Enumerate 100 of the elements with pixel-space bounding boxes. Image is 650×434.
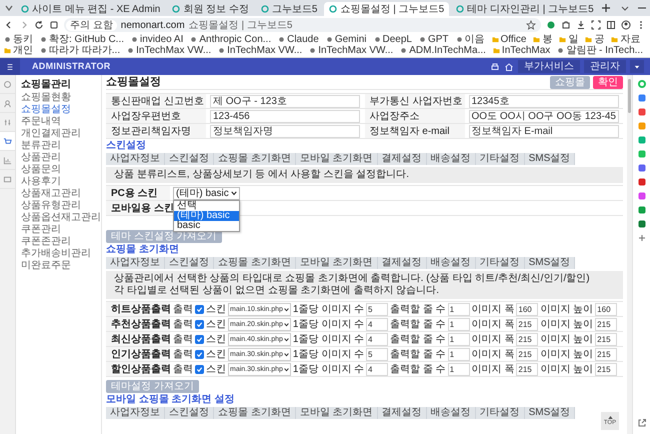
home-icon[interactable] <box>504 62 514 72</box>
number-field[interactable]: 215 <box>595 348 618 360</box>
header-button[interactable]: 관리자 <box>584 60 626 73</box>
dropdown-button[interactable] <box>630 60 644 73</box>
sidebar-item[interactable]: 주문내역 <box>21 116 61 128</box>
sidebar-item[interactable]: 쿠폰관리 <box>21 224 61 236</box>
browser-tab[interactable]: 사이트 메뉴 편집 - XE Admin <box>16 2 166 16</box>
header-button[interactable]: 부가서비스 <box>518 60 580 73</box>
bookmark[interactable]: 이음 <box>456 34 485 45</box>
sidebar-item[interactable]: 상품유형관리 <box>21 200 81 212</box>
section-tab[interactable]: 스킨설정 <box>165 257 214 269</box>
sidebar-item[interactable]: 쇼핑몰현황 <box>21 92 71 104</box>
number-field[interactable]: 215 <box>516 348 538 360</box>
number-field[interactable]: 4 <box>366 362 388 376</box>
bookmark[interactable]: 봉 <box>533 34 552 45</box>
number-field[interactable]: 215 <box>595 332 618 346</box>
number-field[interactable]: 4 <box>366 332 388 346</box>
section-tab[interactable]: SMS설정 <box>524 407 576 419</box>
bookmark[interactable]: 동키 <box>4 34 33 45</box>
bookmark[interactable]: 알림판 - InTech... <box>557 45 643 56</box>
sidebar-item[interactable]: 개인결제관리 <box>21 128 81 140</box>
section-tab[interactable]: 결제설정 <box>378 153 427 165</box>
address-field[interactable]: 주의 요함 nemonart.com 쇼핑몰설정 | 그누보드5 <box>64 18 541 32</box>
checkbox[interactable] <box>195 364 204 374</box>
sidebar-item[interactable]: 상품관리 <box>21 152 61 164</box>
dropdown-option[interactable]: basic <box>174 220 239 230</box>
number-field[interactable]: 1 <box>448 318 470 330</box>
bookmark[interactable]: 자료 <box>611 34 640 45</box>
bookmark[interactable]: InTechMax VW... <box>127 45 212 56</box>
section-tab[interactable]: 기타설정 <box>476 153 525 165</box>
bookmark[interactable]: InTechMax <box>492 45 550 56</box>
new-tab-icon[interactable] <box>600 3 611 13</box>
section-tab[interactable]: 기타설정 <box>476 407 525 419</box>
external-link-icon[interactable] <box>636 418 646 428</box>
star-icon[interactable] <box>526 20 536 30</box>
section-tab[interactable]: 결제설정 <box>378 257 427 269</box>
browser-tab[interactable]: 테마 디자인관리 | 그누보드5 <box>451 2 599 16</box>
browser-tab[interactable]: 그누보드5 <box>256 2 322 16</box>
section-tab[interactable]: 배송설정 <box>426 153 476 165</box>
bookmark[interactable]: InTechMax VW... <box>309 45 394 56</box>
number-field[interactable]: 5 <box>366 348 388 360</box>
number-field[interactable]: 215 <box>516 318 538 330</box>
sidebar-item[interactable]: 상품문의 <box>21 164 61 176</box>
download-icon[interactable] <box>576 20 586 30</box>
menu-button[interactable] <box>0 58 20 75</box>
print-icon[interactable] <box>490 62 500 72</box>
bookmark[interactable]: Office <box>492 34 526 45</box>
text-field[interactable]: 정보책임자명 <box>210 124 360 138</box>
sidebar-item[interactable]: 쇼핑몰설정 <box>21 104 71 116</box>
section-tab[interactable]: 배송설정 <box>426 257 476 269</box>
section-tab[interactable]: SMS설정 <box>524 257 576 269</box>
number-field[interactable]: 4 <box>366 318 388 330</box>
reload-icon[interactable] <box>34 20 44 30</box>
sidebar-item[interactable]: 사용후기 <box>21 176 61 188</box>
section-tab[interactable]: 쇼핑몰 초기화면 <box>214 257 296 269</box>
tab-search-icon[interactable] <box>4 3 14 13</box>
section-tab[interactable]: 스킨설정 <box>165 153 214 165</box>
text-field[interactable]: 제 OO구 - 123호 <box>210 94 360 108</box>
section-tab[interactable]: 모바일 초기화면 <box>296 153 378 165</box>
number-field[interactable]: 1 <box>448 302 470 316</box>
number-field[interactable]: 5 <box>366 302 388 316</box>
bookmark[interactable]: DeepL <box>374 34 412 45</box>
section-tab[interactable]: 모바일 초기화면 <box>296 257 378 269</box>
number-field[interactable]: 1 <box>448 348 470 360</box>
bookmark[interactable]: Anthropic Con... <box>190 34 272 45</box>
number-field[interactable]: 215 <box>516 332 538 346</box>
section-tab[interactable]: 배송설정 <box>426 407 476 419</box>
section-tab[interactable]: SMS설정 <box>524 153 576 165</box>
bookmark[interactable]: 공 <box>585 34 604 45</box>
profile-icon[interactable] <box>621 20 631 30</box>
sidebar-item[interactable]: 미완료주문 <box>21 260 71 272</box>
number-field[interactable]: 1 <box>448 362 470 376</box>
bookmark[interactable]: Gemini <box>326 34 366 45</box>
bookmark[interactable]: invideo AI <box>131 34 184 45</box>
text-field[interactable]: 12345호 <box>468 94 618 108</box>
browser-tab[interactable]: 회원 정보 수정 <box>167 2 254 16</box>
extension-icon[interactable] <box>546 20 556 30</box>
dropdown-option[interactable]: 선택 <box>174 200 239 210</box>
number-field[interactable]: 215 <box>595 362 618 376</box>
text-field[interactable]: 정보책임자 E-mail <box>468 124 618 138</box>
section-tab[interactable]: 모바일 초기화면 <box>296 407 378 419</box>
browser-tab[interactable]: 쇼핑몰설정 | 그누보드5 <box>324 2 450 16</box>
text-field[interactable]: OO도 OO시 OO구 OO동 123-45 <box>468 110 618 122</box>
bookmark[interactable]: 개인 <box>4 45 33 56</box>
checkbox[interactable] <box>195 320 204 328</box>
bookmark[interactable]: Claude <box>278 34 319 45</box>
bookmark[interactable]: 확장: GitHub C... <box>40 34 124 45</box>
screenshot-icon[interactable] <box>591 20 601 30</box>
number-field[interactable]: 215 <box>516 362 538 376</box>
number-field[interactable]: 215 <box>595 318 618 330</box>
bookmark[interactable]: GPT <box>418 34 449 45</box>
number-field[interactable]: 1 <box>448 332 470 346</box>
section-tab[interactable]: 쇼핑몰 초기화면 <box>214 153 296 165</box>
number-field[interactable]: 160 <box>595 302 618 316</box>
bookmark[interactable]: 따라가 따라가... <box>40 45 120 56</box>
checkbox[interactable] <box>195 334 204 344</box>
cart-icon[interactable] <box>0 132 15 151</box>
skin-select[interactable]: (테마) basic <box>173 186 240 200</box>
bookmark[interactable]: 일 <box>559 34 578 45</box>
sidebar-item[interactable]: 분류관리 <box>21 140 61 152</box>
